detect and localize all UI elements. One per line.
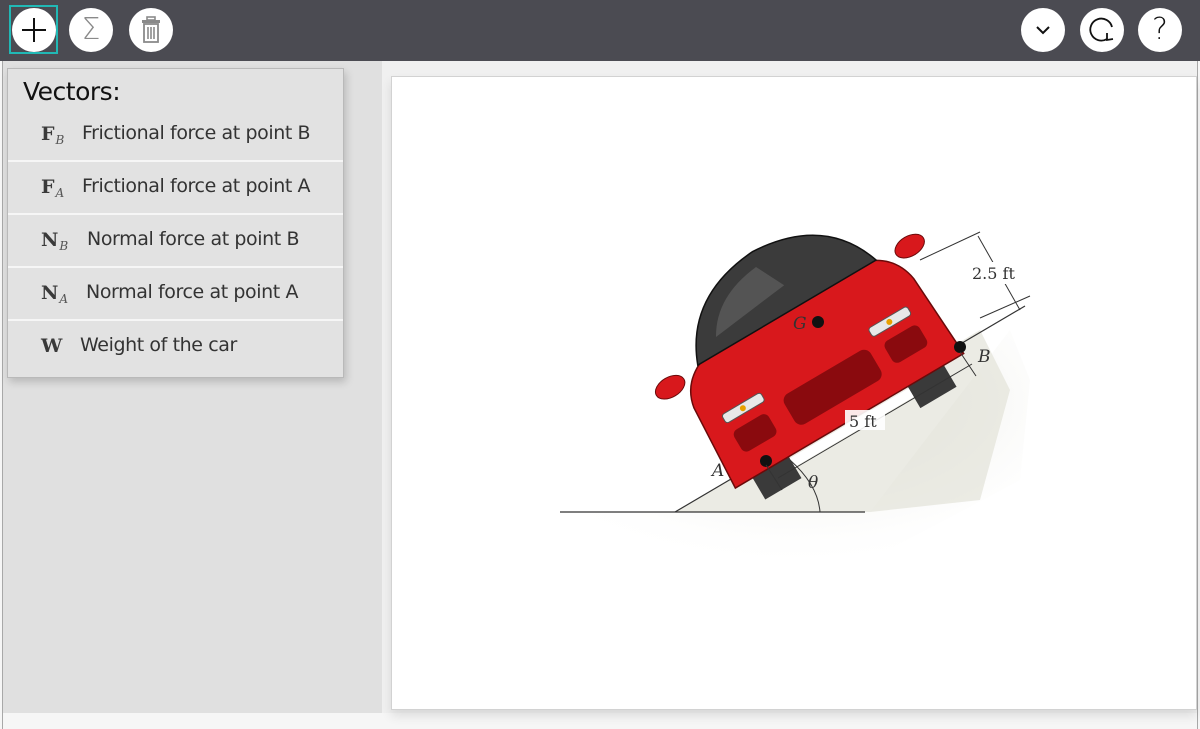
vector-label: Normal force at point B <box>87 228 300 250</box>
vector-item-fa[interactable]: FA Frictional force at point A <box>8 163 343 215</box>
divider <box>8 266 343 268</box>
vector-label: Frictional force at point A <box>82 175 311 197</box>
angle-label: θ <box>808 473 818 493</box>
delete-button[interactable] <box>129 8 173 52</box>
add-button[interactable] <box>12 8 56 52</box>
chevron-down-icon <box>1036 26 1050 35</box>
divider <box>8 319 343 321</box>
help-icon: ? <box>1152 12 1168 47</box>
vector-item-fb[interactable]: FB Frictional force at point B <box>8 110 343 162</box>
vector-symbol: NA <box>41 282 69 306</box>
trash-icon <box>142 16 160 43</box>
vectors-panel-title: Vectors: <box>23 77 121 106</box>
vector-label: Frictional force at point B <box>82 122 311 144</box>
vector-label: Weight of the car <box>80 334 237 356</box>
divider <box>8 213 343 215</box>
width-dimension-label: 5 ft <box>849 412 877 431</box>
vector-symbol: FA <box>41 176 65 200</box>
reset-button[interactable] <box>1080 8 1124 52</box>
divider <box>8 160 343 162</box>
point-b-marker <box>954 341 966 353</box>
sum-button[interactable]: Σ <box>69 8 113 52</box>
refresh-icon <box>1089 17 1114 42</box>
height-extension-top <box>919 231 981 261</box>
vector-symbol: W <box>41 335 63 357</box>
plus-icon <box>22 18 46 42</box>
point-a-label: A <box>710 461 724 481</box>
sigma-icon: Σ <box>81 12 101 47</box>
vector-symbol: NB <box>41 229 69 253</box>
point-g-label: G <box>793 314 807 334</box>
point-g-marker <box>812 316 824 328</box>
vectors-panel: Vectors: FB Frictional force at point B … <box>7 68 344 378</box>
add-button-selection <box>9 5 58 54</box>
help-button[interactable]: ? <box>1138 8 1182 52</box>
vector-item-w[interactable]: W Weight of the car <box>8 322 343 374</box>
top-toolbar: Σ ? <box>0 0 1200 61</box>
vector-item-na[interactable]: NA Normal force at point A <box>8 269 343 321</box>
expand-button[interactable] <box>1021 8 1065 52</box>
vector-symbol: FB <box>41 123 65 147</box>
car-diagram: G A B 5 ft 2.5 ft θ <box>560 231 1031 570</box>
height-dimension-label: 2.5 ft <box>972 264 1015 283</box>
vector-item-nb[interactable]: NB Normal force at point B <box>8 216 343 268</box>
point-b-label: B <box>977 347 991 367</box>
vector-label: Normal force at point A <box>86 281 299 303</box>
